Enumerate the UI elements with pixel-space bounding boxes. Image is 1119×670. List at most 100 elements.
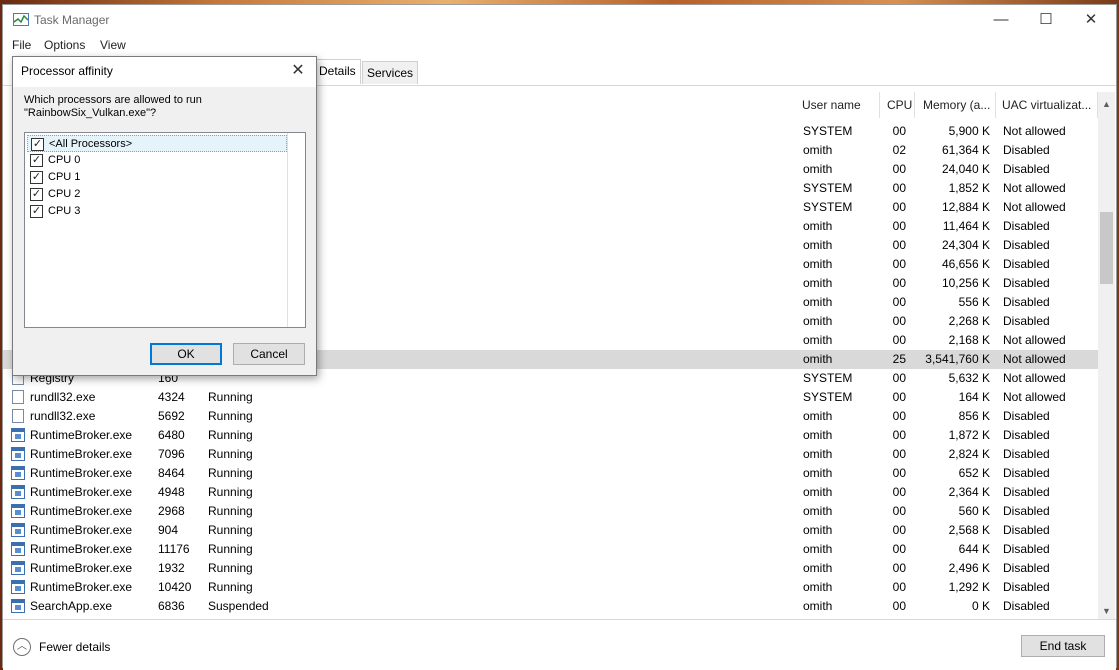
checkbox-icon[interactable]: ✓ <box>30 188 43 201</box>
dialog-question: Which processors are allowed to run "Rai… <box>24 94 202 119</box>
process-user: omith <box>803 561 833 575</box>
process-uac: Not allowed <box>1003 390 1066 404</box>
process-name: rundll32.exe <box>30 390 96 404</box>
process-cpu: 00 <box>892 333 906 347</box>
process-cpu: 00 <box>892 561 906 575</box>
process-cpu: 00 <box>892 162 906 176</box>
processor-label: CPU 3 <box>48 205 81 217</box>
ok-button[interactable]: OK <box>150 343 222 365</box>
application-icon <box>11 542 25 556</box>
table-row[interactable]: RuntimeBroker.exe 11176 Running omith 00 644 … <box>3 540 1098 559</box>
process-uac: Disabled <box>1003 314 1050 328</box>
checkbox-icon[interactable]: ✓ <box>30 171 43 184</box>
application-icon <box>11 599 25 613</box>
process-uac: Not allowed <box>1003 352 1066 366</box>
process-user: SYSTEM <box>803 181 853 195</box>
table-row[interactable]: RuntimeBroker.exe 7096 Running omith 00 2,824… <box>3 445 1098 464</box>
list-divider <box>287 133 288 327</box>
column-header-uac[interactable]: UAC virtualizat... <box>996 92 1098 118</box>
process-memory: 3,541,760 K <box>925 352 990 366</box>
processor-item[interactable]: ✓ CPU 0 <box>27 152 287 169</box>
process-memory: 12,884 K <box>941 200 990 214</box>
table-row[interactable]: SearchApp.exe 6836 Suspended omith 00 0 K Disa… <box>3 597 1098 616</box>
process-uac: Disabled <box>1003 409 1050 423</box>
table-row[interactable]: rundll32.exe 4324 Running SYSTEM 00 164 K Not … <box>3 388 1098 407</box>
process-name: RuntimeBroker.exe <box>30 485 133 499</box>
process-uac: Disabled <box>1003 162 1050 176</box>
process-uac: Not allowed <box>1003 371 1066 385</box>
application-icon <box>11 485 25 499</box>
table-row[interactable]: RuntimeBroker.exe 10420 Running omith 00 1,29… <box>3 578 1098 597</box>
checkbox-icon[interactable]: ✓ <box>31 138 44 151</box>
process-user: omith <box>803 257 833 271</box>
table-row[interactable]: RuntimeBroker.exe 6480 Running omith 00 1,872… <box>3 426 1098 445</box>
cancel-button[interactable]: Cancel <box>233 343 305 365</box>
table-row[interactable]: RuntimeBroker.exe 8464 Running omith 00 652 K… <box>3 464 1098 483</box>
processor-list[interactable]: ✓ <All Processors> ✓ CPU 0 ✓ CPU 1 ✓ CPU 2 ✓ CPU … <box>24 132 306 328</box>
table-row[interactable]: RuntimeBroker.exe 904 Running omith 00 2,568 … <box>3 521 1098 540</box>
scroll-up-arrow-icon[interactable]: ▲ <box>1098 96 1115 112</box>
process-memory: 1,872 K <box>948 428 990 442</box>
process-pid: 2968 <box>158 504 185 518</box>
process-user: SYSTEM <box>803 371 853 385</box>
process-status: Running <box>208 523 253 537</box>
process-status: Running <box>208 466 253 480</box>
process-memory: 652 K <box>958 466 990 480</box>
processor-item[interactable]: ✓ <All Processors> <box>27 135 287 152</box>
process-pid: 8464 <box>158 466 185 480</box>
process-user: omith <box>803 466 833 480</box>
checkbox-icon[interactable]: ✓ <box>30 154 43 167</box>
process-pid: 904 <box>158 523 179 537</box>
chevron-up-icon[interactable]: ︿ <box>13 638 31 656</box>
scroll-down-arrow-icon[interactable]: ▼ <box>1098 603 1115 619</box>
process-pid: 7096 <box>158 447 185 461</box>
process-memory: 556 K <box>958 295 990 309</box>
process-uac: Disabled <box>1003 257 1050 271</box>
minimize-button[interactable]: — <box>978 5 1024 35</box>
process-uac: Disabled <box>1003 238 1050 252</box>
process-status: Running <box>208 542 253 556</box>
processor-item[interactable]: ✓ CPU 2 <box>27 186 287 203</box>
process-uac: Disabled <box>1003 466 1050 480</box>
process-cpu: 00 <box>892 466 906 480</box>
process-memory: 644 K <box>958 542 990 556</box>
end-task-button[interactable]: End task <box>1021 635 1105 657</box>
tab-services[interactable]: Services <box>362 61 419 84</box>
table-row[interactable]: RuntimeBroker.exe 1932 Running omith 00 2,496… <box>3 559 1098 578</box>
process-uac: Disabled <box>1003 447 1050 461</box>
process-cpu: 00 <box>892 276 906 290</box>
process-name: RuntimeBroker.exe <box>30 580 133 594</box>
menu-view[interactable]: View <box>100 38 126 52</box>
process-user: omith <box>803 599 833 613</box>
vertical-scrollbar[interactable]: ▲ ▼ <box>1098 92 1115 620</box>
process-user: omith <box>803 523 833 537</box>
process-memory: 2,168 K <box>948 333 990 347</box>
column-header-cpu[interactable]: CPU <box>880 92 915 118</box>
process-memory: 164 K <box>958 390 990 404</box>
processor-item[interactable]: ✓ CPU 1 <box>27 169 287 186</box>
process-user: SYSTEM <box>803 200 853 214</box>
processor-label: <All Processors> <box>49 138 133 150</box>
table-row[interactable]: RuntimeBroker.exe 4948 Running omith 00 2,364… <box>3 483 1098 502</box>
close-button[interactable]: ✕ <box>1068 5 1114 35</box>
process-user: omith <box>803 295 833 309</box>
title-bar[interactable]: Task Manager — ☐ ✕ <box>3 5 1116 35</box>
menu-file[interactable]: File <box>12 38 31 52</box>
process-user: omith <box>803 219 833 233</box>
process-status: Running <box>208 447 253 461</box>
process-cpu: 00 <box>892 504 906 518</box>
tab-details[interactable]: Details <box>314 59 361 84</box>
table-row[interactable]: rundll32.exe 5692 Running omith 00 856 K Disab… <box>3 407 1098 426</box>
column-header-user-name[interactable]: User name <box>796 92 880 118</box>
dialog-close-button[interactable]: ✕ <box>280 57 316 85</box>
process-status: Running <box>208 580 253 594</box>
menu-options[interactable]: Options <box>44 38 85 52</box>
scroll-thumb[interactable] <box>1100 212 1113 284</box>
checkbox-icon[interactable]: ✓ <box>30 205 43 218</box>
process-cpu: 00 <box>892 238 906 252</box>
table-row[interactable]: RuntimeBroker.exe 2968 Running omith 00 560 K… <box>3 502 1098 521</box>
column-header-memory[interactable]: Memory (a... <box>915 92 996 118</box>
maximize-button[interactable]: ☐ <box>1023 5 1069 35</box>
fewer-details-link[interactable]: Fewer details <box>39 640 110 654</box>
processor-item[interactable]: ✓ CPU 3 <box>27 203 287 220</box>
